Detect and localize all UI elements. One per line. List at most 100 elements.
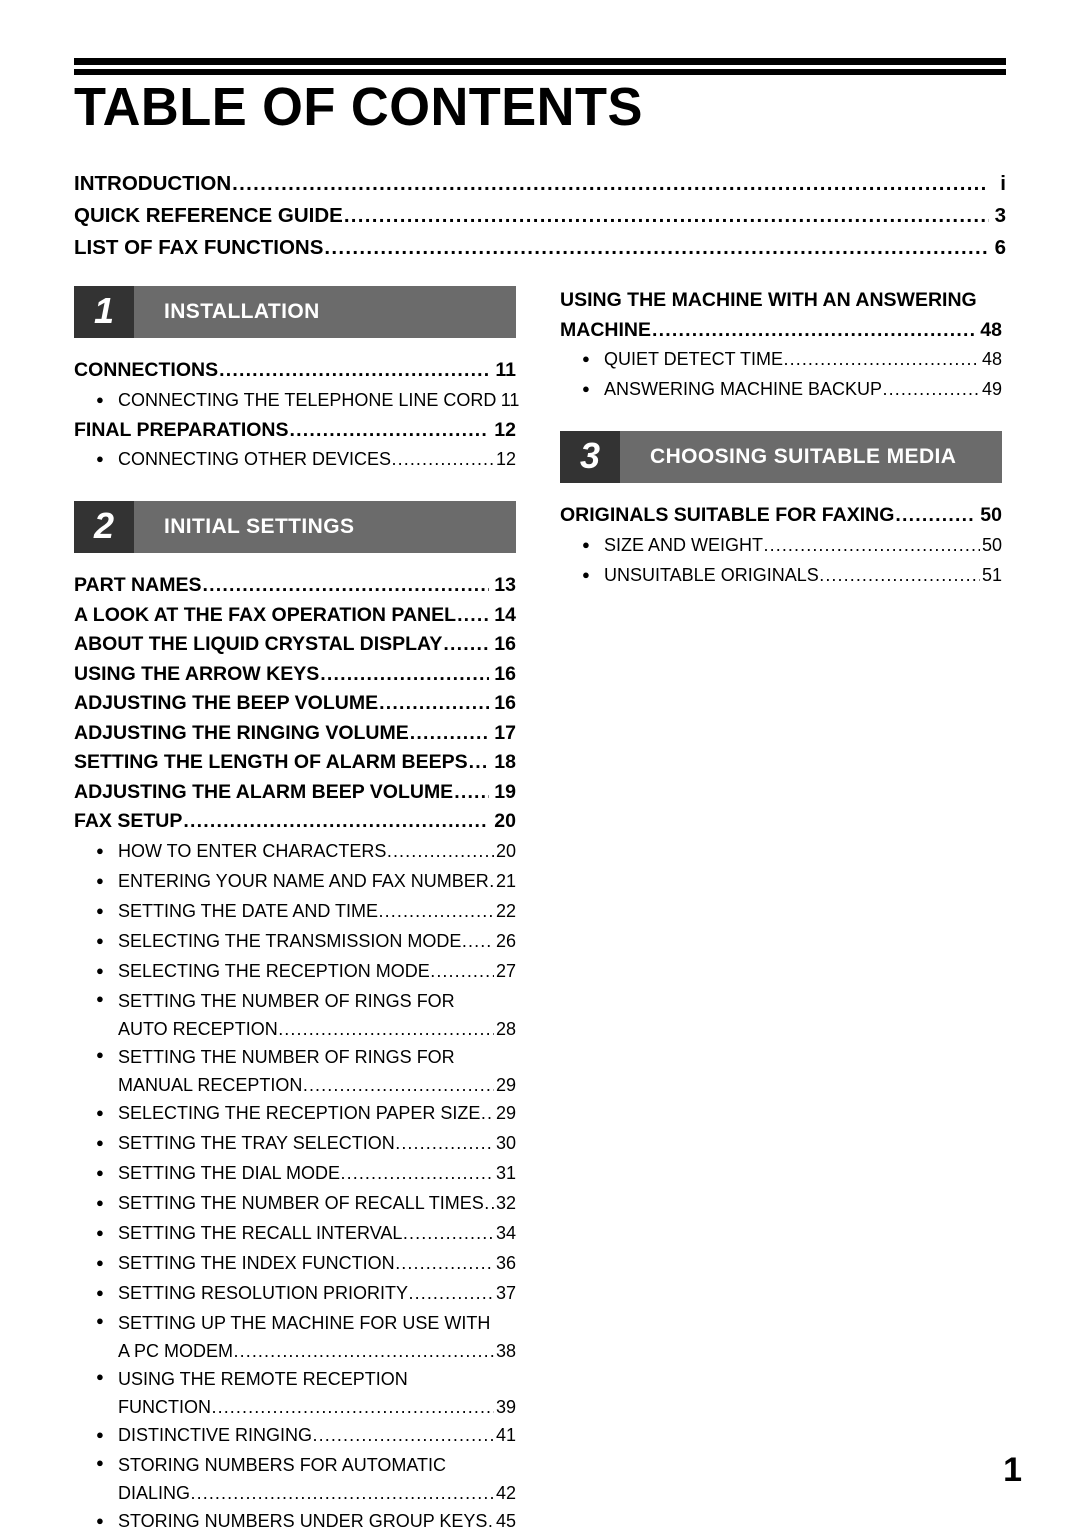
toc-entry-label: ABOUT THE LIQUID CRYSTAL DISPLAY <box>74 633 443 655</box>
toc-entry-page: 48 <box>980 318 1002 341</box>
toc-subentry-page: 29 <box>495 1074 516 1095</box>
toc-entry-label: PART NAMES <box>74 574 202 596</box>
toc-entry-using-arrow-keys[interactable]: USING THE ARROW KEYS ...................… <box>74 660 516 690</box>
toc-entry-alarm-beep-volume[interactable]: ADJUSTING THE ALARM BEEP VOLUME ........… <box>74 778 516 808</box>
toc-subentry-setting-date-and-time[interactable]: ● SETTING THE DATE AND TIME ............… <box>74 897 516 927</box>
leader-dots: ........................................… <box>190 1482 494 1503</box>
leader-dots: ........................................… <box>202 574 489 596</box>
header-rule <box>74 58 1006 75</box>
toc-subentry-label: SETTING THE RECALL INTERVAL <box>118 1222 403 1243</box>
toc-subentry-tray-selection[interactable]: ● SETTING THE TRAY SELECTION ...........… <box>74 1129 516 1159</box>
toc-entry-adjusting-beep-volume[interactable]: ADJUSTING THE BEEP VOLUME ..............… <box>74 689 516 719</box>
toc-subentry-quiet-detect-time[interactable]: ● QUIET DETECT TIME ....................… <box>560 345 1002 375</box>
toc-subentry-recall-interval[interactable]: ● SETTING THE RECALL INTERVAL ..........… <box>74 1219 516 1249</box>
toc-subentry-rings-auto-reception-line2[interactable]: AUTO RECEPTION .........................… <box>74 1015 516 1043</box>
toc-subentry-page: 49 <box>981 379 1002 399</box>
toc-subentry-page: 29 <box>495 1102 516 1123</box>
leader-dots: ........................................… <box>340 1162 494 1183</box>
toc-subentry-selecting-reception-mode[interactable]: ● SELECTING THE RECEPTION MODE .........… <box>74 957 516 987</box>
leader-dots: ........................................… <box>443 633 489 655</box>
toc-subentry-label: ANSWERING MACHINE BACKUP <box>604 379 883 399</box>
leader-dots: ........................................… <box>324 236 989 259</box>
toc-entry-final-preparations[interactable]: FINAL PREPARATIONS .....................… <box>74 416 516 446</box>
toc-entry-answering-machine[interactable]: USING THE MACHINE WITH AN ANSWERING <box>560 286 1002 316</box>
toc-subentry-remote-reception-line2[interactable]: FUNCTION ...............................… <box>74 1393 516 1421</box>
toc-entry-part-names[interactable]: PART NAMES .............................… <box>74 571 516 601</box>
toc-entry-answering-machine-line2[interactable]: MACHINE ................................… <box>560 316 1002 346</box>
toc-subentry-remote-reception[interactable]: ● USING THE REMOTE RECEPTION <box>74 1365 516 1393</box>
toc-subentry-label: SELECTING THE RECEPTION MODE <box>118 960 430 981</box>
toc-entry-list-of-fax-functions[interactable]: LIST OF FAX FUNCTIONS ..................… <box>74 232 1006 264</box>
toc-subentry-size-and-weight[interactable]: ● SIZE AND WEIGHT ......................… <box>560 531 1002 561</box>
toc-subentry-page: 11 <box>500 389 520 410</box>
leader-dots: ........................................… <box>484 1192 493 1213</box>
toc-subentry-label-continued: MANUAL RECEPTION <box>118 1074 303 1095</box>
leader-dots: ........................................… <box>819 564 979 585</box>
toc-subentry-label: SIZE AND WEIGHT <box>604 534 764 555</box>
toc-entry-fax-setup[interactable]: FAX SETUP ..............................… <box>74 807 516 837</box>
leader-dots: ........................................… <box>457 603 489 626</box>
toc-subentry-label: CONNECTING THE TELEPHONE LINE CORD <box>118 389 497 410</box>
toc-subentry-storing-numbers-group-keys[interactable]: ● STORING NUMBERS UNDER GROUP KEYS .....… <box>74 1507 516 1537</box>
bullet-icon: ● <box>582 566 590 582</box>
toc-subentry-selecting-transmission-mode[interactable]: ● SELECTING THE TRANSMISSION MODE ......… <box>74 927 516 957</box>
toc-entry-label: ADJUSTING THE RINGING VOLUME <box>74 721 409 744</box>
toc-entry-label: A LOOK AT THE FAX OPERATION PANEL <box>74 603 457 626</box>
bullet-icon: ● <box>96 1134 104 1150</box>
leader-dots: ........................................… <box>232 172 989 195</box>
toc-subentry-page: 32 <box>495 1192 516 1213</box>
leader-dots: ........................................… <box>379 692 489 714</box>
chapter-bar-installation[interactable]: 1 INSTALLATION <box>74 286 516 338</box>
bullet-icon: ● <box>96 1512 104 1528</box>
toc-subentry-connecting-telephone-line-cord[interactable]: ● CONNECTING THE TELEPHONE LINE CORD ...… <box>74 386 520 416</box>
toc-entry-length-of-alarm-beeps[interactable]: SETTING THE LENGTH OF ALARM BEEPS ......… <box>74 748 516 778</box>
leader-dots: ........................................… <box>409 721 489 744</box>
toc-entry-label: INTRODUCTION <box>74 172 232 195</box>
toc-subentry-dial-mode[interactable]: ● SETTING THE DIAL MODE ................… <box>74 1159 516 1189</box>
toc-entry-adjusting-ringing-volume[interactable]: ADJUSTING THE RINGING VOLUME ...........… <box>74 719 516 749</box>
toc-subentry-rings-auto-reception[interactable]: ● SETTING THE NUMBER OF RINGS FOR <box>74 987 516 1015</box>
toc-entry-page: 50 <box>980 504 1002 526</box>
toc-subentry-label: STORING NUMBERS FOR AUTOMATIC <box>118 1454 447 1475</box>
toc-entry-originals-suitable-for-faxing[interactable]: ORIGINALS SUITABLE FOR FAXING ..........… <box>560 501 1002 531</box>
chapter-bar-choosing-suitable-media[interactable]: 3 CHOOSING SUITABLE MEDIA <box>560 431 1002 483</box>
bullet-icon: ● <box>96 1312 104 1328</box>
toc-entry-introduction[interactable]: INTRODUCTION ...........................… <box>74 168 1006 200</box>
toc-entry-page: 18 <box>494 751 516 773</box>
leader-dots: ........................................… <box>278 1018 493 1039</box>
toc-entry-label: FINAL PREPARATIONS <box>74 418 289 441</box>
toc-subentry-distinctive-ringing[interactable]: ● DISTINCTIVE RINGING ..................… <box>74 1421 516 1451</box>
toc-entry-label: CONNECTIONS <box>74 359 219 381</box>
header-rule-thin <box>74 69 1006 75</box>
leader-dots: ........................................… <box>783 349 980 369</box>
bullet-icon: ● <box>96 1164 104 1180</box>
chapter-bar-initial-settings[interactable]: 2 INITIAL SETTINGS <box>74 501 516 553</box>
toc-subentry-pc-modem[interactable]: ● SETTING UP THE MACHINE FOR USE WITH <box>74 1309 516 1337</box>
toc-entry-fax-operation-panel[interactable]: A LOOK AT THE FAX OPERATION PANEL ......… <box>74 601 516 631</box>
bullet-icon: ● <box>96 1254 104 1270</box>
chapter-title: INITIAL SETTINGS <box>134 501 516 553</box>
toc-subentry-rings-manual-reception[interactable]: ● SETTING THE NUMBER OF RINGS FOR <box>74 1043 516 1071</box>
toc-entry-liquid-crystal-display[interactable]: ABOUT THE LIQUID CRYSTAL DISPLAY .......… <box>74 630 516 660</box>
toc-subentry-pc-modem-line2[interactable]: A PC MODEM .............................… <box>74 1337 516 1365</box>
toc-entry-page: 16 <box>494 633 516 655</box>
leader-dots: ........................................… <box>489 867 493 895</box>
toc-subentry-how-to-enter-characters[interactable]: ● HOW TO ENTER CHARACTERS ..............… <box>74 837 516 867</box>
toc-subentry-storing-numbers-automatic-dialing-line2[interactable]: DIALING ................................… <box>74 1479 516 1507</box>
toc-entry-quick-reference-guide[interactable]: QUICK REFERENCE GUIDE ..................… <box>74 200 1006 232</box>
toc-entry-connections[interactable]: CONNECTIONS ............................… <box>74 356 516 386</box>
toc-subentry-page: 48 <box>981 349 1002 369</box>
toc-subentry-label: SETTING THE DIAL MODE <box>118 1162 341 1183</box>
toc-subentry-number-of-recall-times[interactable]: ● SETTING THE NUMBER OF RECALL TIMES ...… <box>74 1189 516 1219</box>
leader-dots: ........................................… <box>320 662 489 685</box>
toc-subentry-reception-paper-size[interactable]: ● SELECTING THE RECEPTION PAPER SIZE ...… <box>74 1099 516 1129</box>
toc-subentry-unsuitable-originals[interactable]: ● UNSUITABLE ORIGINALS .................… <box>560 561 1002 591</box>
toc-subentry-answering-machine-backup[interactable]: ● ANSWERING MACHINE BACKUP .............… <box>560 375 1002 405</box>
toc-subentry-entering-name-and-fax-number[interactable]: ● ENTERING YOUR NAME AND FAX NUMBER ....… <box>74 867 516 897</box>
toc-subentry-storing-numbers-automatic-dialing[interactable]: ● STORING NUMBERS FOR AUTOMATIC <box>74 1451 516 1479</box>
toc-subentry-resolution-priority[interactable]: ● SETTING RESOLUTION PRIORITY ..........… <box>74 1279 516 1309</box>
toc-entry-page: 14 <box>494 603 516 626</box>
toc-subentry-index-function[interactable]: ● SETTING THE INDEX FUNCTION ...........… <box>74 1249 516 1279</box>
toc-subentry-rings-manual-reception-line2[interactable]: MANUAL RECEPTION .......................… <box>74 1071 516 1099</box>
toc-subentry-connecting-other-devices[interactable]: ● CONNECTING OTHER DEVICES .............… <box>74 445 516 475</box>
